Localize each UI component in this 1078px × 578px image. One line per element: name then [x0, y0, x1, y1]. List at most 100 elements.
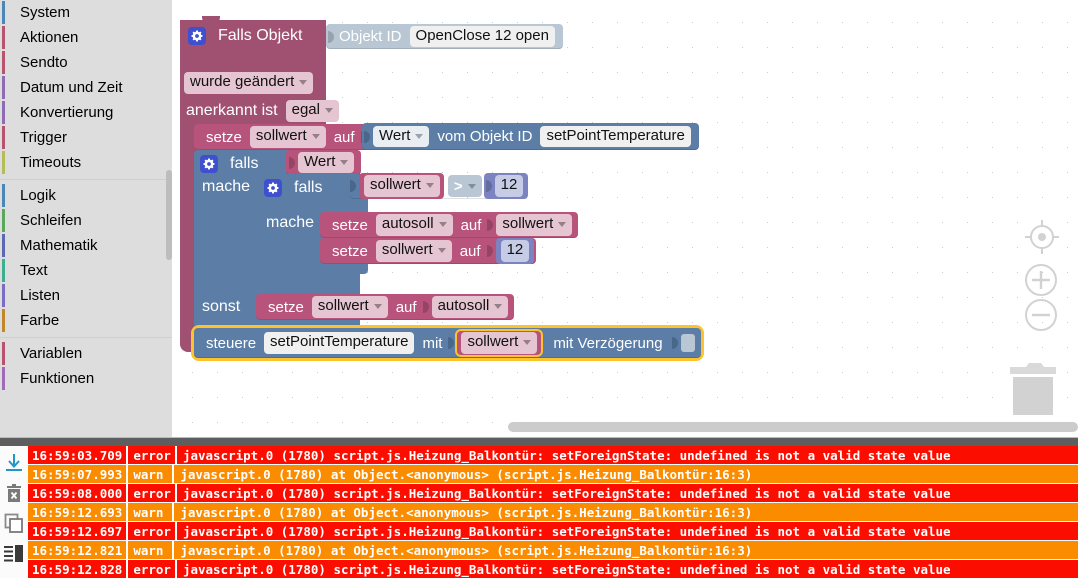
- ack-label: anerkannt ist: [186, 101, 278, 119]
- variable-name: autosoll: [437, 297, 490, 315]
- comparison-block[interactable]: sollwert > 12: [350, 173, 529, 199]
- log-row[interactable]: 16:59:12.828 error javascript.0 (1780) scr…: [28, 560, 1078, 578]
- variable-name: autosoll: [381, 215, 434, 233]
- value-variable-sollwert[interactable]: sollwert: [496, 214, 573, 236]
- auf-label: auf: [459, 242, 481, 260]
- set-autosoll-block[interactable]: setze autosoll auf sollwert: [320, 212, 579, 238]
- mutator-gear-icon[interactable]: [188, 27, 206, 45]
- variable-dropdown-sollwert[interactable]: sollwert: [311, 296, 388, 318]
- value-variable-sollwert[interactable]: sollwert: [455, 329, 544, 357]
- toolbox-category-variablen[interactable]: Variablen: [0, 341, 172, 366]
- zoom-out-button[interactable]: [1024, 298, 1058, 337]
- category-color-swatch: [2, 1, 5, 24]
- log-row[interactable]: 16:59:03.709 error javascript.0 (1780) scr…: [28, 446, 1078, 465]
- download-log-icon[interactable]: [3, 452, 25, 474]
- toolbox-category-aktionen[interactable]: Aktionen: [0, 25, 172, 50]
- log-row-list[interactable]: 16:59:03.709 error javascript.0 (1780) scr…: [28, 446, 1078, 578]
- log-row[interactable]: 16:59:08.000 error javascript.0 (1780) scr…: [28, 484, 1078, 503]
- mutator-gear-icon[interactable]: [200, 155, 218, 173]
- control-state-block-selected[interactable]: steuere setPointTemperature mit sollwert…: [191, 325, 704, 361]
- operand-right-number-block[interactable]: 12: [483, 173, 529, 199]
- ack-dropdown[interactable]: egal: [285, 100, 339, 122]
- objekt-id-label: Objekt ID: [339, 28, 402, 45]
- category-color-swatch: [2, 284, 5, 307]
- toolbox-category-label: Funktionen: [20, 369, 95, 387]
- object-id-field[interactable]: setPointTemperature: [540, 125, 691, 148]
- chevron-down-icon: [311, 134, 320, 139]
- value-socket: [485, 176, 494, 196]
- variable-dropdown-sollwert[interactable]: sollwert: [461, 332, 538, 354]
- toolbox-category-listen[interactable]: Listen: [0, 283, 172, 308]
- toolbox-category-mathematik[interactable]: Mathematik: [0, 233, 172, 258]
- variable-dropdown-sollwert[interactable]: sollwert: [249, 126, 326, 148]
- condition-value-block-wert[interactable]: Wert: [286, 150, 362, 175]
- variable-dropdown-sollwert[interactable]: sollwert: [375, 240, 452, 262]
- mutator-gear-icon[interactable]: [264, 179, 282, 197]
- center-workspace-button[interactable]: [1022, 217, 1062, 262]
- category-color-swatch: [2, 76, 5, 99]
- log-message: javascript.0 (1780) at Object.<anonymous…: [180, 505, 753, 520]
- variable-name: sollwert: [317, 297, 369, 315]
- setze-label: setze: [206, 128, 242, 146]
- workspace-horizontal-scrollbar[interactable]: [508, 422, 1078, 432]
- sonst-label-outer: sonst: [202, 298, 241, 315]
- delay-label: mit Verzögerung: [553, 334, 663, 352]
- number-field[interactable]: 12: [500, 240, 530, 262]
- copy-log-icon[interactable]: [3, 512, 25, 534]
- toolbox-category-farbe[interactable]: Farbe: [0, 308, 172, 333]
- log-row[interactable]: 16:59:07.993 warn javascript.0 (1780) at O…: [28, 465, 1078, 484]
- log-row[interactable]: 16:59:12.693 warn javascript.0 (1780) at O…: [28, 503, 1078, 522]
- clear-log-icon[interactable]: [3, 482, 25, 504]
- log-row[interactable]: 16:59:12.697 error javascript.0 (1780) scr…: [28, 522, 1078, 541]
- workspace-trash-icon[interactable]: [1008, 357, 1058, 415]
- set-sollwert-autosoll-block[interactable]: setze sollwert auf autosoll: [256, 294, 515, 320]
- set-sollwert-12-block[interactable]: setze sollwert auf 12: [320, 238, 537, 264]
- trigger-block-falls-objekt[interactable]: Falls Objekt Objekt ID OpenClose 12 open…: [180, 16, 704, 361]
- chevron-down-icon: [558, 222, 567, 227]
- object-id-value-block[interactable]: Objekt ID OpenClose 12 open: [326, 24, 563, 49]
- variable-dropdown-autosoll[interactable]: autosoll: [375, 214, 453, 236]
- toolbox-category-konvertierung[interactable]: Konvertierung: [0, 100, 172, 125]
- log-row[interactable]: 16:59:12.821 warn javascript.0 (1780) at O…: [28, 541, 1078, 560]
- toolbox-category-trigger[interactable]: Trigger: [0, 125, 172, 150]
- toolbox-category-logik[interactable]: Logik: [0, 183, 172, 208]
- toolbox-category-text[interactable]: Text: [0, 258, 172, 283]
- number-block[interactable]: 12: [495, 238, 535, 264]
- category-color-swatch: [2, 342, 5, 365]
- auf-label: auf: [333, 128, 355, 146]
- toolbox-category-schleifen[interactable]: Schleifen: [0, 208, 172, 233]
- blockly-toolbox[interactable]: System Aktionen Sendto Datum und Zeit Konver…: [0, 0, 172, 437]
- operator-dropdown[interactable]: >: [447, 175, 482, 197]
- get-state-value-block[interactable]: Wert vom Objekt ID setPointTemperature: [362, 123, 699, 150]
- toolbox-category-timeouts[interactable]: Timeouts: [0, 150, 172, 175]
- trigger-condition-dropdown[interactable]: wurde geändert: [184, 72, 314, 94]
- variable-dropdown-sollwert[interactable]: sollwert: [364, 175, 440, 197]
- delay-empty-socket[interactable]: [680, 334, 695, 352]
- log-panel: 16:59:03.709 error javascript.0 (1780) scr…: [0, 437, 1078, 578]
- chevron-down-icon: [467, 183, 476, 189]
- mit-label: mit: [422, 334, 443, 352]
- toolbox-category-sendto[interactable]: Sendto: [0, 50, 172, 75]
- log-panel-divider[interactable]: [0, 438, 1078, 446]
- zoom-in-button[interactable]: [1024, 263, 1058, 302]
- toolbox-category-label: Aktionen: [20, 28, 79, 46]
- toolbox-category-system[interactable]: System: [0, 0, 172, 25]
- blockly-workspace[interactable]: Falls Objekt Objekt ID OpenClose 12 open…: [172, 0, 1078, 437]
- number-field[interactable]: 12: [494, 175, 524, 197]
- toolbox-category-funktionen[interactable]: Funktionen: [0, 366, 172, 391]
- log-message: javascript.0 (1780) script.js.Heizung_Ba…: [182, 448, 951, 463]
- set-variable-from-state-block[interactable]: setze sollwert auf: [194, 124, 378, 150]
- objekt-id-field[interactable]: OpenClose 12 open: [409, 25, 555, 48]
- variable-dropdown-wert[interactable]: Wert: [298, 151, 355, 174]
- target-object-field[interactable]: setPointTemperature: [264, 332, 415, 354]
- value-variable-autosoll[interactable]: autosoll: [431, 296, 509, 318]
- log-message: javascript.0 (1780) at Object.<anonymous…: [180, 467, 753, 482]
- log-layout-icon[interactable]: [3, 542, 25, 564]
- toolbox-category-label: Variablen: [20, 344, 83, 362]
- log-timestamp: 16:59:12.828: [28, 560, 129, 578]
- setze-label: setze: [332, 242, 368, 260]
- attribute-dropdown-wert[interactable]: Wert: [373, 125, 430, 148]
- operand-left-variable-block[interactable]: sollwert: [359, 173, 444, 199]
- chevron-down-icon: [437, 248, 446, 253]
- toolbox-category-datum-und-zeit[interactable]: Datum und Zeit: [0, 75, 172, 100]
